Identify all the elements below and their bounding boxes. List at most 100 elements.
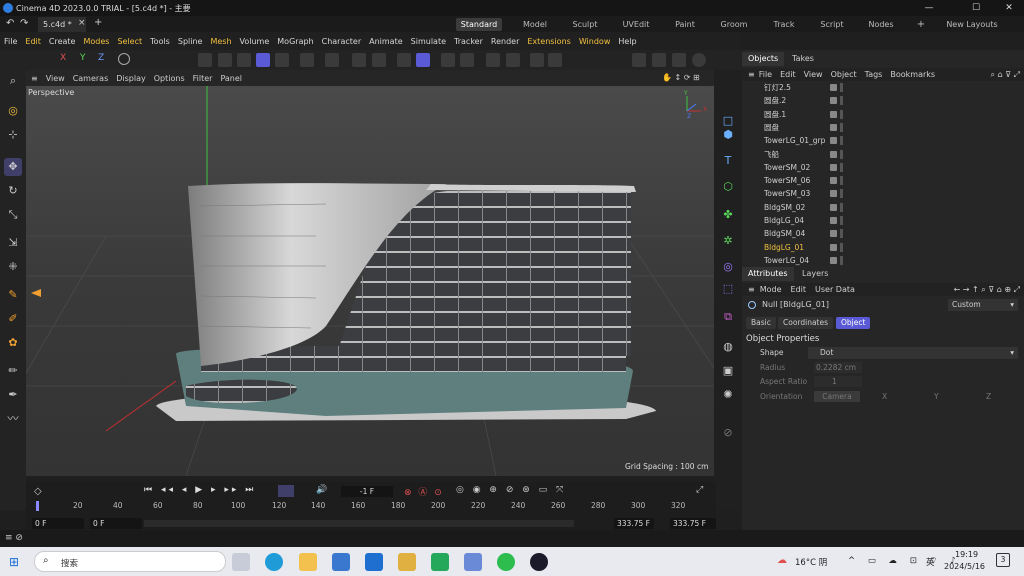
new-doc-tab-button[interactable]: +	[94, 17, 102, 28]
app-green-icon[interactable]	[431, 553, 449, 571]
axis-mode-icon[interactable]	[300, 53, 314, 67]
tab-attributes[interactable]: Attributes	[742, 267, 794, 281]
menu-animate[interactable]: Animate	[368, 37, 404, 46]
workplane-icon[interactable]	[397, 53, 411, 67]
picture-viewer-icon[interactable]	[692, 53, 706, 67]
attr-menu-userdata[interactable]: User Data	[815, 285, 855, 294]
timeline-expand-icon[interactable]: ⤢	[696, 485, 703, 495]
axis-z-button[interactable]: Z	[98, 53, 104, 63]
live-selection-icon[interactable]: ◎	[4, 102, 22, 120]
layer-dots-icon[interactable]	[840, 216, 843, 225]
menu-mograph[interactable]: MoGraph	[276, 37, 314, 46]
notification-icon[interactable]: 3	[996, 553, 1010, 567]
layout-tab-model[interactable]: Model	[516, 18, 554, 31]
clock-date[interactable]: 2024/5/16	[944, 562, 985, 571]
visibility-icon[interactable]	[830, 163, 837, 171]
menu-mesh[interactable]: Mesh	[209, 37, 232, 46]
cinema4d-taskbar-icon[interactable]	[530, 553, 548, 571]
viewport-menu-options[interactable]: Options	[154, 74, 185, 83]
radius-field[interactable]: 0.2282 cm	[814, 362, 862, 373]
transform-icon[interactable]: ⇲	[4, 234, 22, 252]
aspect-field[interactable]: 1	[814, 376, 862, 387]
list-item[interactable]: BldgSM_04	[742, 227, 1024, 240]
tab-object[interactable]: Object	[836, 317, 871, 329]
visibility-icon[interactable]	[830, 217, 837, 224]
new-layouts-button[interactable]: New Layouts	[942, 18, 1002, 31]
list-item-selected[interactable]: BldgLG_01	[742, 241, 1024, 254]
menu-create[interactable]: Create	[48, 37, 77, 46]
tab-objects[interactable]: Objects	[742, 52, 785, 66]
layer-dots-icon[interactable]	[840, 189, 843, 199]
list-item[interactable]: TowerLG_04	[742, 254, 1024, 267]
move-icon[interactable]: ✥	[4, 158, 22, 176]
knife-icon[interactable]: ✎	[4, 286, 22, 304]
close-doc-tab-button[interactable]: ×	[78, 18, 86, 28]
menu-simulate[interactable]: Simulate	[410, 37, 447, 46]
store-icon[interactable]	[332, 553, 350, 571]
om-menu-icon[interactable]: ≡	[748, 70, 755, 79]
list-item[interactable]: 圆盘.2	[742, 94, 1024, 107]
menu-edit[interactable]: Edit	[24, 37, 42, 46]
placement-icon[interactable]: ⁜	[4, 258, 22, 276]
menu-tools[interactable]: Tools	[149, 37, 171, 46]
tab-coordinates[interactable]: Coordinates	[778, 317, 834, 329]
render-settings-icon[interactable]	[672, 53, 686, 67]
light-icon[interactable]: ✺	[719, 386, 737, 404]
om-menu-bookmarks[interactable]: Bookmarks	[890, 70, 935, 79]
effector-tool-icon[interactable]: ✲	[719, 232, 737, 250]
om-menu-tags[interactable]: Tags	[865, 70, 883, 79]
visibility-icon[interactable]	[830, 256, 837, 264]
generator-icon[interactable]: ⬡	[719, 178, 737, 196]
menu-modes[interactable]: Modes	[82, 37, 110, 46]
undo-icon[interactable]: ↶	[6, 18, 14, 29]
attr-nav-icons[interactable]: ← → ↑ ⌕ ⊽ ⌂ ⊕ ⤢	[954, 285, 1020, 295]
viewport-menu-panel[interactable]: Panel	[220, 74, 242, 83]
visibility-icon[interactable]	[830, 123, 837, 131]
list-item[interactable]: TowerLG_01_grp	[742, 134, 1024, 147]
visibility-icon[interactable]	[830, 243, 837, 251]
primitive-icon[interactable]: ⬢	[719, 126, 737, 144]
preview-end-field[interactable]: 333.75 F	[614, 518, 654, 529]
app-connect-icon[interactable]	[464, 553, 482, 571]
visibility-icon[interactable]	[830, 177, 837, 185]
menu-tracker[interactable]: Tracker	[453, 37, 484, 46]
preview-start-field[interactable]: 0 F	[90, 518, 142, 529]
list-item[interactable]: BldgSM_02	[742, 201, 1024, 214]
visibility-icon[interactable]	[830, 230, 837, 238]
file-explorer-icon[interactable]	[299, 553, 317, 571]
keyframe-icon[interactable]	[460, 53, 474, 67]
folder-icon[interactable]	[398, 553, 416, 571]
rotate-icon[interactable]: ↻	[4, 182, 22, 200]
menu-select[interactable]: Select	[116, 37, 143, 46]
render-view-icon[interactable]	[632, 53, 646, 67]
layer-dots-icon[interactable]	[840, 242, 843, 252]
point-mode-icon[interactable]	[218, 53, 232, 67]
polygon-mode-icon[interactable]	[256, 53, 270, 67]
visibility-icon[interactable]	[830, 110, 837, 118]
orientation-y[interactable]: Y	[934, 392, 939, 401]
layout-tab-sculpt[interactable]: Sculpt	[566, 18, 604, 31]
record-icon[interactable]	[441, 53, 455, 67]
visibility-icon[interactable]	[830, 137, 837, 145]
layout-tab-paint[interactable]: Paint	[666, 18, 704, 31]
add-layout-button[interactable]: +	[914, 18, 928, 31]
visibility-icon[interactable]	[830, 203, 837, 211]
shape-dropdown[interactable]: Dot ▾	[808, 347, 1018, 359]
taskbar-search[interactable]: ⌕ 搜索	[34, 551, 226, 572]
menu-extensions[interactable]: Extensions	[526, 37, 571, 46]
layer-dots-icon[interactable]	[840, 202, 843, 212]
task-view-icon[interactable]	[232, 553, 250, 571]
tab-basic[interactable]: Basic	[746, 317, 776, 329]
layer-dots-icon[interactable]	[840, 136, 843, 146]
menu-character[interactable]: Character	[321, 37, 363, 46]
layer-dots-icon[interactable]	[840, 229, 843, 239]
effector-icon[interactable]	[506, 53, 520, 67]
playhead[interactable]	[36, 501, 39, 511]
visibility-icon[interactable]	[830, 190, 837, 198]
axis-y-button[interactable]: Y	[80, 53, 86, 63]
scale-icon[interactable]: ⤡	[4, 206, 22, 224]
environment-icon[interactable]: ◍	[719, 338, 737, 356]
menu-render[interactable]: Render	[490, 37, 520, 46]
orientation-z[interactable]: Z	[986, 392, 991, 401]
key-options-icons[interactable]: ◎ ◉ ⊕ ⊘ ⊛ ▭ ⤧	[456, 485, 566, 495]
